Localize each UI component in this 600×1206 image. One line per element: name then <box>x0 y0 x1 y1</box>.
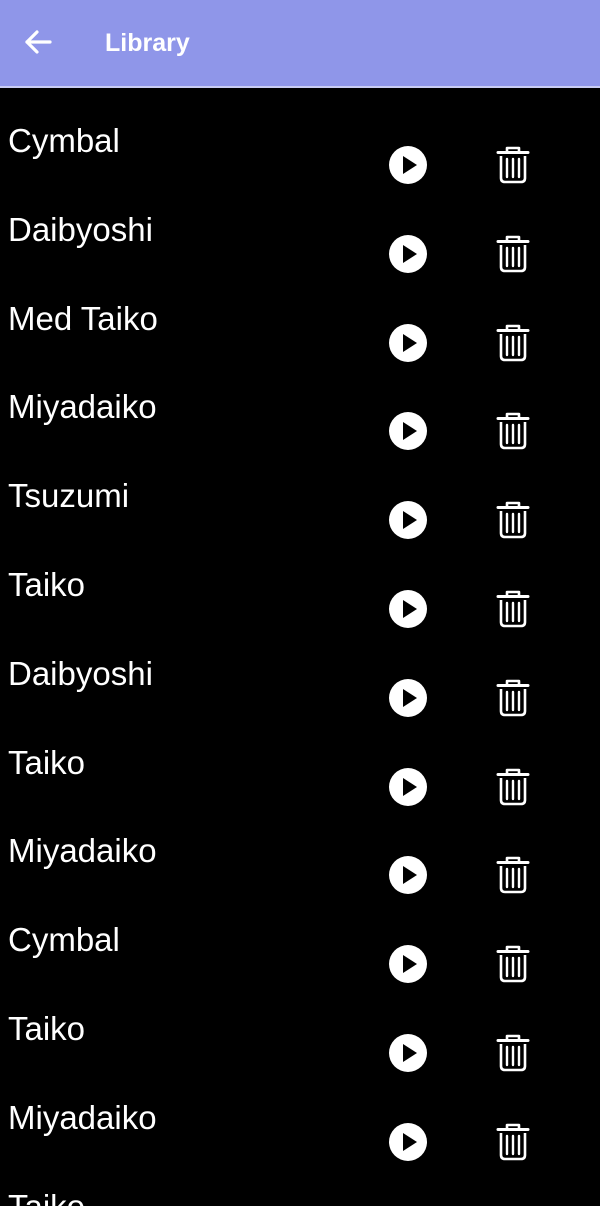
library-list[interactable]: Cymbal Daibyoshi Med Taiko Miyadaiko Tsu… <box>0 90 600 1206</box>
library-screen: Library Cymbal Daibyoshi Med Taiko Miyad… <box>0 0 600 1206</box>
list-item: Miyadaiko <box>0 356 600 451</box>
list-item-label: Cymbal <box>8 921 120 959</box>
list-item: Tsuzumi <box>0 445 600 540</box>
list-item-label: Miyadaiko <box>8 832 157 870</box>
list-item: Miyadaiko <box>0 1067 600 1161</box>
list-item-label: Daibyoshi <box>8 654 153 692</box>
list-item: Daibyoshi <box>0 179 600 273</box>
app-bar: Library <box>0 0 600 88</box>
list-item: Med Taiko <box>0 268 600 362</box>
list-item-label: Taiko <box>8 1009 86 1047</box>
list-item: Taiko <box>0 712 600 806</box>
list-item-label: Taiko <box>8 565 86 603</box>
arrow-left-icon <box>23 27 53 57</box>
list-item-label: Tsuzumi <box>8 477 130 515</box>
page-title: Library <box>105 29 190 57</box>
list-item-label: Med Taiko <box>8 299 158 337</box>
list-item: Miyadaiko <box>0 800 600 895</box>
list-item-label: Cymbal <box>8 122 120 159</box>
list-item: Taiko <box>0 978 600 1072</box>
back-button[interactable] <box>18 22 58 62</box>
list-item: Taiko <box>0 1156 600 1206</box>
list-item-label: Daibyoshi <box>8 210 153 248</box>
list-item: Cymbal <box>0 889 600 984</box>
list-item-label: Miyadaiko <box>8 388 157 426</box>
list-item: Taiko <box>0 534 600 628</box>
list-item-label: Taiko <box>8 1188 85 1206</box>
list-item-label: Miyadaiko <box>8 1098 157 1136</box>
list-item: Cymbal <box>0 90 600 184</box>
list-item-label: Taiko <box>8 743 86 781</box>
list-item: Daibyoshi <box>0 623 600 717</box>
